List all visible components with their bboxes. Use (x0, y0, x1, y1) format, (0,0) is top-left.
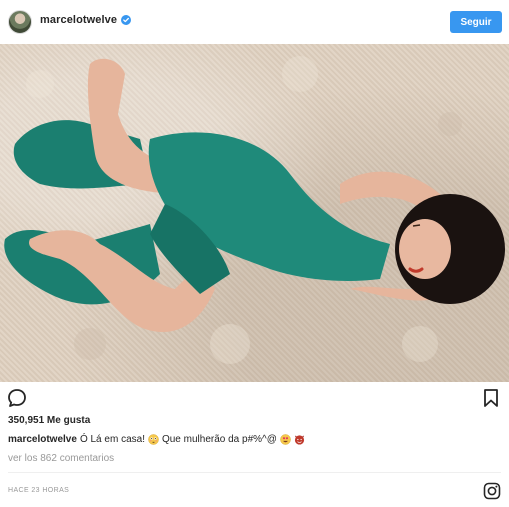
follow-button[interactable]: Seguir (450, 11, 502, 33)
header-username[interactable]: marcelotwelve (40, 14, 117, 26)
view-comments-link[interactable]: ver los 862 comentarios (8, 453, 114, 464)
username-block: marcelotwelve (40, 14, 132, 26)
post-photo[interactable] (0, 44, 509, 382)
action-bar (0, 382, 509, 412)
devil-face-emoji (294, 435, 304, 445)
footer-divider (8, 472, 501, 473)
verified-badge-icon (121, 15, 132, 25)
face (399, 219, 451, 279)
heart-eyes-emoji (280, 434, 291, 445)
comment-bubble-icon[interactable] (7, 388, 27, 408)
instagram-logo-icon[interactable] (483, 482, 501, 500)
post-caption: marcelotwelve Ó Lá em casa! Que mulherão… (8, 434, 503, 445)
likes-count[interactable]: 350,951 Me gusta (8, 415, 90, 426)
caption-text-part1: Ó Lá em casa! (79, 434, 145, 445)
caption-text-part2: Que mulherão da p#%^@ (161, 434, 277, 445)
instagram-post-embed: marcelotwelve Seguir 350,951 Me gusta ma… (0, 0, 509, 507)
bookmark-icon[interactable] (483, 388, 499, 408)
photo-illustration (4, 56, 505, 364)
eyebrow (412, 224, 421, 227)
post-header: marcelotwelve Seguir (0, 0, 509, 44)
post-timestamp[interactable]: HACE 23 HORAS (8, 487, 69, 494)
flushed-face-emoji (148, 434, 159, 445)
profile-avatar[interactable] (8, 10, 32, 34)
caption-username[interactable]: marcelotwelve (8, 434, 77, 445)
